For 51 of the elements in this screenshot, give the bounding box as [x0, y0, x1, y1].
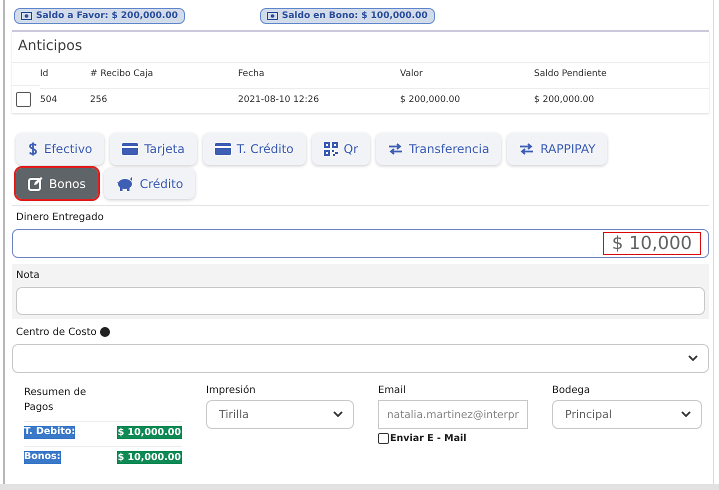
column-header: # Recibo Caja — [90, 68, 154, 81]
table-cell: 504 — [40, 88, 90, 110]
column-header: Id — [40, 68, 50, 81]
qr-code-icon — [324, 142, 338, 156]
table-cell: 2021-08-10 12:26 — [238, 88, 400, 110]
balance-badge: Saldo en Bono: $ 100,000.00 — [260, 8, 435, 24]
summary-label: Bonos: — [24, 451, 61, 464]
piggy-bank-icon — [116, 176, 134, 190]
dollar-icon — [28, 141, 38, 157]
payment-method-button[interactable]: RAPPIPAY — [507, 133, 608, 165]
field-label: Impresión — [206, 385, 257, 396]
field-label: Bodega — [552, 385, 591, 396]
payment-method-button[interactable]: Bonos — [16, 168, 98, 199]
field-label: Dinero Entregado — [15, 211, 105, 225]
row-checkbox[interactable] — [16, 92, 31, 107]
payment-method-button[interactable]: Efectivo — [16, 133, 104, 165]
column-header: Saldo Pendiente — [534, 68, 608, 81]
payment-method-button[interactable]: Transferencia — [376, 133, 502, 165]
summary-amount: $ 10,000.00 — [116, 426, 182, 439]
table-cell: 256 — [90, 88, 238, 110]
summary-amount: $ 10,000.00 — [116, 451, 182, 464]
payment-method-button[interactable]: Crédito — [104, 168, 196, 199]
table-cell: $ 200,000.00 — [400, 88, 534, 110]
send-email-checkbox[interactable] — [378, 433, 389, 444]
summary-label: T. Debito: — [24, 426, 76, 439]
balance-badge: Saldo a Favor: $ 200,000.00 — [14, 8, 185, 24]
field-label: Email — [378, 385, 407, 396]
help-icon — [100, 327, 110, 338]
chevron-down-icon — [333, 411, 343, 418]
checkbox-label: Enviar E - Mail — [390, 433, 467, 444]
table-cell: $ 200,000.00 — [534, 88, 709, 110]
field-label: Centro de Costo — [16, 327, 97, 338]
column-header: Valor — [400, 68, 424, 81]
warehouse-select[interactable]: Principal — [552, 400, 702, 429]
email-input[interactable]: natalia.martinez@interpr — [378, 400, 528, 429]
payment-method-button[interactable]: Qr — [312, 133, 370, 165]
print-select[interactable]: Tirilla — [206, 400, 354, 429]
chevron-down-icon — [681, 411, 691, 418]
summary-title: Resumen de Pagos — [24, 386, 88, 415]
edit-icon — [28, 176, 43, 191]
column-header: Fecha — [238, 68, 266, 81]
payment-method-button[interactable]: Tarjeta — [110, 133, 197, 165]
amount-input[interactable]: $ 10,000 — [12, 229, 709, 258]
transfer-arrows-icon — [388, 143, 404, 155]
chevron-down-icon — [688, 355, 698, 362]
card-icon — [122, 143, 138, 155]
payment-method-button[interactable]: T. Crédito — [202, 133, 306, 165]
field-label: Nota — [16, 269, 41, 283]
section-title: Anticipos — [12, 32, 709, 63]
card-icon — [214, 143, 231, 155]
transfer-arrows-icon — [519, 143, 534, 155]
